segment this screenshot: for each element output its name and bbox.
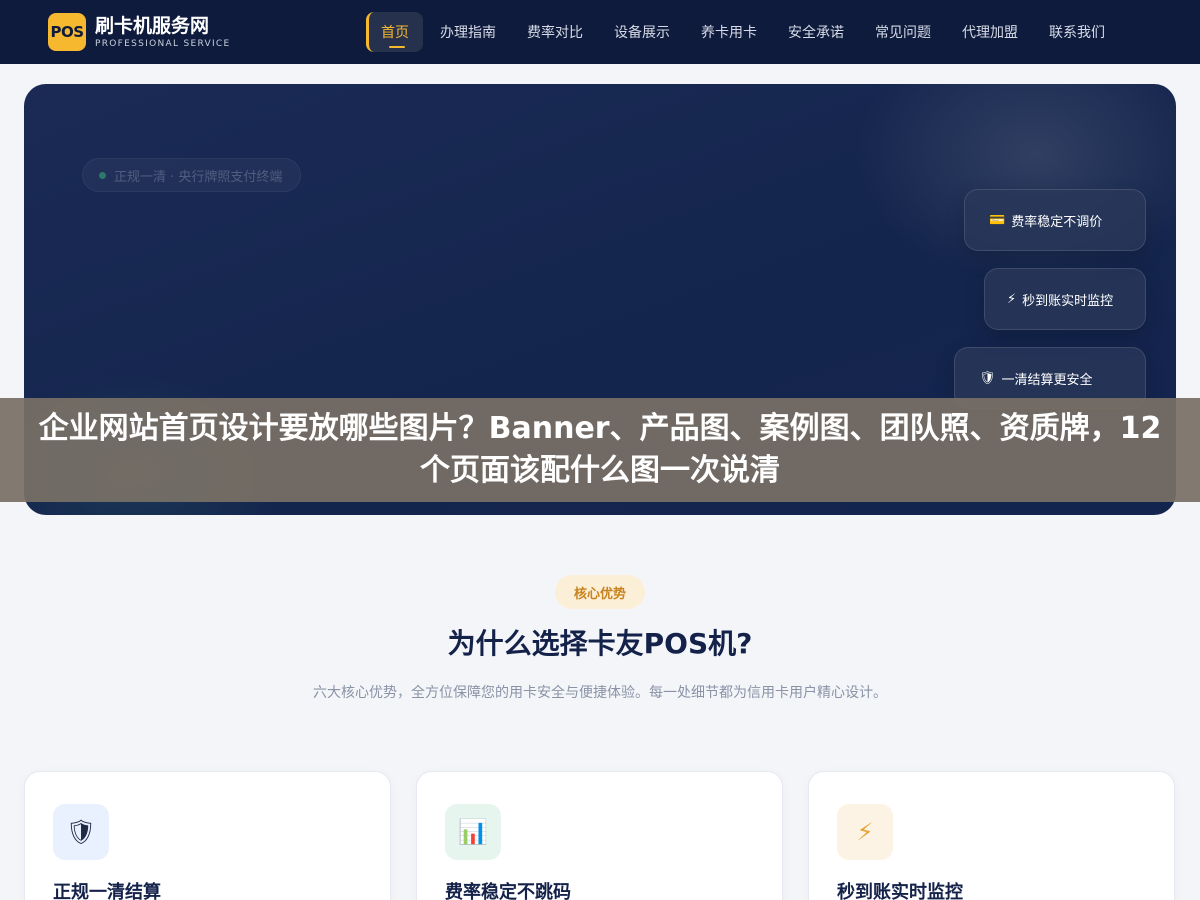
section-title: 为什么选择卡友POS机? [447,627,753,660]
site-logo[interactable]: POS 刷卡机服务网 PROFESSIONAL SERVICE [48,13,231,51]
nav-item-guide[interactable]: 办理指南 [426,12,510,52]
nav-item-home[interactable]: 首页 [366,12,423,52]
article-title-banner: 企业网站首页设计要放哪些图片？Banner、产品图、案例图、团队照、资质牌，12… [0,398,1200,502]
logo-subtitle: PROFESSIONAL SERVICE [95,38,231,49]
shield-icon: 🛡 [979,370,996,386]
advantage-card-title: 费率稳定不跳码 [445,882,571,900]
section-tag: 核心优势 [555,575,645,609]
advantage-card-rate[interactable]: 📊 费率稳定不跳码 [416,771,783,900]
advantage-card-instant[interactable]: ⚡ 秒到账实时监控 [808,771,1175,900]
site-header: POS 刷卡机服务网 PROFESSIONAL SERVICE 首页 办理指南 … [0,0,1200,64]
section-description: 六大核心优势，全方位保障您的用卡安全与便捷体验。每一处细节都为信用卡用户精心设计… [313,685,887,701]
logo-mark: POS [48,13,86,51]
feature-card-instant: ⚡ 秒到账实时监控 [984,268,1146,330]
nav-item-faq[interactable]: 常见问题 [861,12,945,52]
logo-title: 刷卡机服务网 [95,14,210,37]
hero-glow [856,84,1176,284]
nav-item-devices[interactable]: 设备展示 [600,12,684,52]
nav-item-rate-compare[interactable]: 费率对比 [513,12,597,52]
status-dot-icon [99,171,106,179]
feature-card-secure-label: 一清结算更安全 [1001,372,1093,388]
credit-card-icon: 💳 [989,212,1006,228]
advantage-card-settlement[interactable]: 🛡 正规一清结算 [24,771,391,900]
bar-chart-icon: 📊 [445,804,501,860]
hero-badge: 正规一清 · 央行牌照支付终端 [82,158,302,192]
nav-item-agent[interactable]: 代理加盟 [948,12,1032,52]
main-nav: 首页 办理指南 费率对比 设备展示 养卡用卡 安全承诺 常见问题 代理加盟 联系… [366,12,1122,52]
logo-text: 刷卡机服务网 PROFESSIONAL SERVICE [95,15,231,50]
lightning-icon: ⚡ [837,804,893,860]
feature-card-rate: 💳 费率稳定不调价 [964,189,1146,251]
nav-item-security[interactable]: 安全承诺 [774,12,858,52]
hero-badge-text: 正规一清 · 央行牌照支付终端 [114,169,283,185]
advantage-card-title: 正规一清结算 [53,882,161,900]
lightning-icon: ⚡ [1007,291,1017,307]
advantage-card-title: 秒到账实时监控 [837,882,963,900]
feature-card-rate-label: 费率稳定不调价 [1011,214,1103,230]
nav-item-contact[interactable]: 联系我们 [1035,12,1119,52]
nav-item-card-care[interactable]: 养卡用卡 [687,12,771,52]
article-title: 企业网站首页设计要放哪些图片？Banner、产品图、案例图、团队照、资质牌，12… [38,411,1162,488]
feature-card-instant-label: 秒到账实时监控 [1022,293,1114,309]
shield-icon: 🛡 [53,804,109,860]
